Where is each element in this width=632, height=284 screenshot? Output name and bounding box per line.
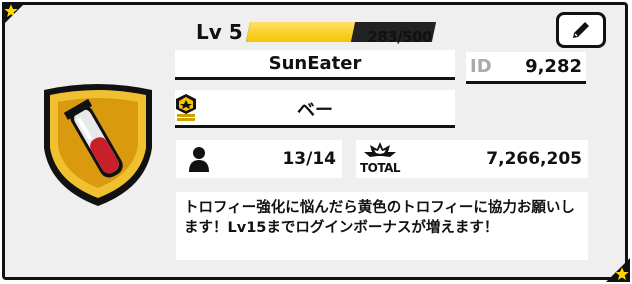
player-name-field: SunEater — [175, 50, 455, 80]
player-name: SunEater — [268, 53, 362, 74]
level-label: Lv 5 — [196, 20, 243, 44]
gold-shield-test-tube-badge-icon — [34, 76, 162, 210]
pencil-icon — [573, 22, 589, 38]
profile-message: トロフィー強化に悩んだら黄色のトロフィーに協力お願いします！Lv15までログイン… — [176, 192, 588, 260]
friends-count-field: 13/14 — [176, 140, 342, 178]
id-label: ID — [470, 56, 492, 77]
total-score-field: TOTAL 7,266,205 — [356, 140, 588, 178]
person-icon — [189, 147, 209, 172]
total-label: TOTAL — [360, 161, 401, 175]
id-value: 9,282 — [525, 56, 582, 77]
xp-progress-text: 283/500 — [367, 28, 432, 46]
player-title: ベー — [297, 100, 333, 121]
total-score: 7,266,205 — [486, 149, 582, 169]
player-id-field: ID 9,282 — [466, 52, 586, 84]
edit-profile-button[interactable] — [556, 12, 606, 48]
friends-count: 13/14 — [282, 149, 336, 169]
player-title-field[interactable]: ベー — [175, 90, 455, 128]
xp-progress-fill — [245, 22, 356, 42]
